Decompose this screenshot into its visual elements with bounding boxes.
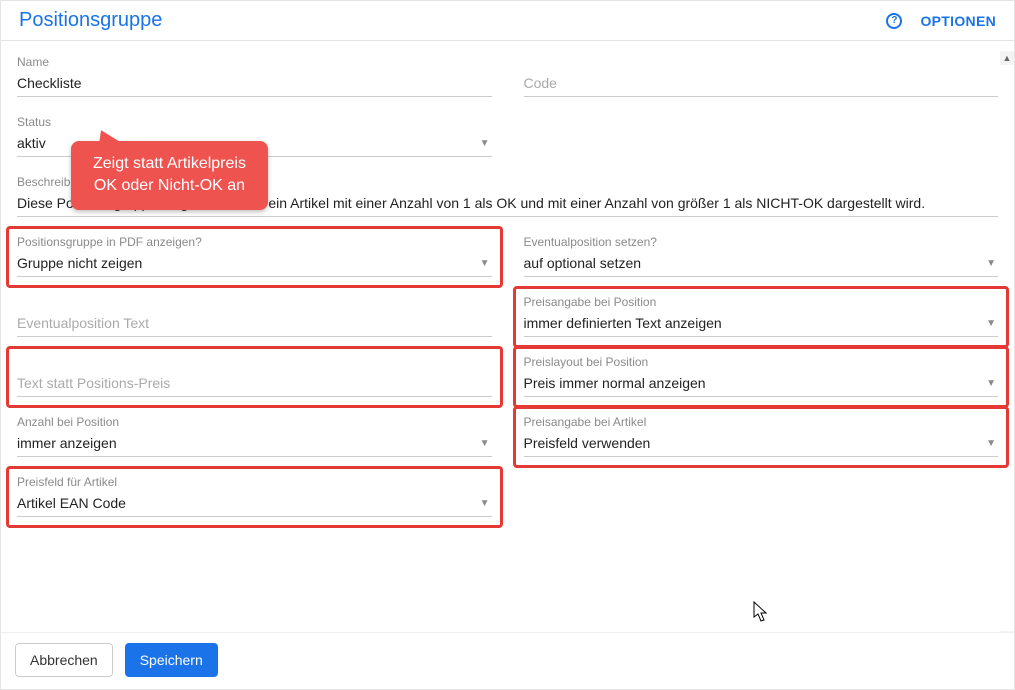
chevron-down-icon: ▼ xyxy=(986,258,998,269)
cancel-button[interactable]: Abbrechen xyxy=(15,643,113,677)
chevron-down-icon: ▼ xyxy=(986,438,998,449)
code-field[interactable]: Code xyxy=(524,55,999,97)
chevron-down-icon: ▼ xyxy=(480,138,492,149)
field-value: immer anzeigen xyxy=(17,435,117,451)
highlight-box: Preisangabe bei Position immer definiert… xyxy=(513,286,1010,348)
header: Positionsgruppe ? OPTIONEN xyxy=(1,1,1014,41)
field-label: Preisangabe bei Artikel xyxy=(524,415,999,429)
chevron-down-icon: ▼ xyxy=(480,258,492,269)
field-label: Name xyxy=(17,55,492,69)
preisangabe-position-select[interactable]: Preisangabe bei Position immer definiert… xyxy=(524,295,999,337)
preislayout-position-select[interactable]: Preislayout bei Position Preis immer nor… xyxy=(524,355,999,397)
pdf-anzeigen-select[interactable]: Positionsgruppe in PDF anzeigen? Gruppe … xyxy=(17,235,492,277)
field-label xyxy=(17,295,492,309)
field-label: Preisangabe bei Position xyxy=(524,295,999,309)
chevron-down-icon: ▼ xyxy=(986,318,998,329)
spacer xyxy=(17,535,998,595)
field-label: Preisfeld für Artikel xyxy=(17,475,492,489)
name-field[interactable]: Name Checkliste xyxy=(17,55,492,97)
field-value: Gruppe nicht zeigen xyxy=(17,255,142,271)
chevron-down-icon: ▼ xyxy=(480,438,492,449)
options-button[interactable]: OPTIONEN xyxy=(920,13,996,29)
highlight-box: Positionsgruppe in PDF anzeigen? Gruppe … xyxy=(6,226,503,288)
eventualposition-setzen-select[interactable]: Eventualposition setzen? auf optional se… xyxy=(524,235,999,277)
field-label xyxy=(17,355,492,369)
field-placeholder: Text statt Positions-Preis xyxy=(17,375,170,391)
annotation-callout: Zeigt statt Artikelpreis OK oder Nicht-O… xyxy=(71,141,268,210)
highlight-box: Preisangabe bei Artikel Preisfeld verwen… xyxy=(513,406,1010,468)
eventualposition-text-field[interactable]: Eventualposition Text xyxy=(17,295,492,337)
highlight-box: Preislayout bei Position Preis immer nor… xyxy=(513,346,1010,408)
content-area: Zeigt statt Artikelpreis OK oder Nicht-O… xyxy=(1,41,1014,637)
highlight-box: Text statt Positions-Preis xyxy=(6,346,503,408)
field-value: auf optional setzen xyxy=(524,255,642,271)
help-icon[interactable]: ? xyxy=(886,13,902,29)
field-label: Preislayout bei Position xyxy=(524,355,999,369)
field-value: aktiv xyxy=(17,135,46,151)
cursor-icon xyxy=(753,601,769,623)
preisfeld-artikel-select[interactable]: Preisfeld für Artikel Artikel EAN Code ▼ xyxy=(17,475,492,517)
preisangabe-artikel-select[interactable]: Preisangabe bei Artikel Preisfeld verwen… xyxy=(524,415,999,457)
app-window: Positionsgruppe ? OPTIONEN ▲ Zeigt statt… xyxy=(0,0,1015,690)
field-label xyxy=(524,55,999,69)
page-title: Positionsgruppe xyxy=(19,9,162,32)
field-value: Artikel EAN Code xyxy=(17,495,126,511)
field-value: Preis immer normal anzeigen xyxy=(524,375,706,391)
field-value: immer definierten Text anzeigen xyxy=(524,315,722,331)
callout-line: OK oder Nicht-OK an xyxy=(93,175,246,197)
highlight-box: Preisfeld für Artikel Artikel EAN Code ▼ xyxy=(6,466,503,528)
field-label: Eventualposition setzen? xyxy=(524,235,999,249)
field-value: Checkliste xyxy=(17,75,82,91)
field-value: Preisfeld verwenden xyxy=(524,435,651,451)
field-label: Anzahl bei Position xyxy=(17,415,492,429)
text-statt-preis-field[interactable]: Text statt Positions-Preis xyxy=(17,355,492,397)
field-label: Status xyxy=(17,115,492,129)
field-placeholder: Eventualposition Text xyxy=(17,315,149,331)
callout-line: Zeigt statt Artikelpreis xyxy=(93,153,246,175)
field-label: Positionsgruppe in PDF anzeigen? xyxy=(17,235,492,249)
chevron-down-icon: ▼ xyxy=(986,378,998,389)
save-button[interactable]: Speichern xyxy=(125,643,218,677)
footer: Abbrechen Speichern xyxy=(1,632,1014,689)
field-placeholder: Code xyxy=(524,75,557,91)
chevron-down-icon: ▼ xyxy=(480,498,492,509)
anzahl-position-select[interactable]: Anzahl bei Position immer anzeigen ▼ xyxy=(17,415,492,457)
header-actions: ? OPTIONEN xyxy=(886,13,996,29)
